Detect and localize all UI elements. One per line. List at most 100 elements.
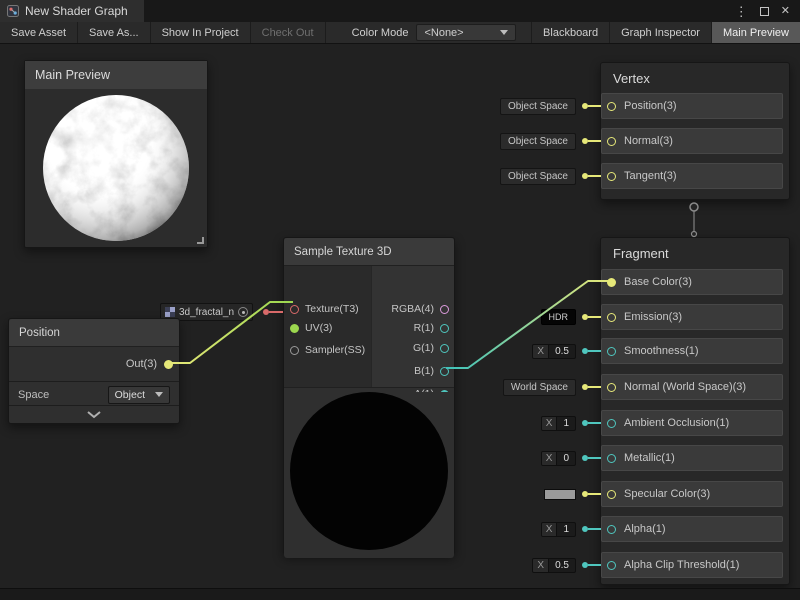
out-port[interactable] [164, 360, 173, 369]
block-smoothness[interactable]: Smoothness(1) [601, 338, 783, 364]
save-asset-button[interactable]: Save Asset [0, 22, 78, 43]
block-base-color[interactable]: Base Color(3) [601, 269, 783, 295]
shader-graph-icon [7, 5, 19, 17]
position-out-row: Out(3) [126, 349, 173, 379]
document-tab[interactable]: New Shader Graph [0, 0, 144, 22]
space-dropdown[interactable]: Object Space [500, 133, 576, 150]
port-label: G(1) [413, 342, 434, 354]
show-in-project-button[interactable]: Show In Project [151, 22, 251, 43]
position-node[interactable]: Position Out(3) Space Object [8, 318, 180, 424]
stub-wire [588, 457, 601, 459]
x-value[interactable]: 0.5 [549, 345, 575, 358]
main-preview-title[interactable]: Main Preview [25, 61, 207, 89]
block-label: Normal(3) [624, 135, 673, 147]
vertex-node[interactable]: Vertex Object Space Position(3) Object S… [600, 62, 790, 200]
window-controls: ⋮ ✕ [735, 5, 800, 18]
block-specular-color[interactable]: Specular Color(3) [601, 481, 783, 507]
b-output-port[interactable] [440, 367, 449, 376]
object-picker-icon[interactable] [238, 307, 248, 317]
space-dropdown[interactable]: Object Space [500, 168, 576, 185]
block-normal-ws[interactable]: Normal (World Space)(3) [601, 374, 783, 400]
block-label: Smoothness(1) [624, 345, 699, 357]
g-output-port[interactable] [440, 344, 449, 353]
shader-preview-sphere [41, 93, 191, 243]
block-label: Base Color(3) [624, 276, 692, 288]
x-value[interactable]: 0.5 [549, 559, 575, 572]
float-field[interactable]: X1 [541, 416, 576, 431]
stub-wire [588, 386, 601, 388]
base-color-port[interactable] [607, 278, 616, 287]
collapse-chevron-icon [86, 410, 102, 419]
ambient-occlusion-port[interactable] [607, 419, 616, 428]
space-dropdown[interactable]: World Space [503, 379, 576, 396]
sampler-input-port[interactable] [290, 346, 299, 355]
specular-color-port[interactable] [607, 490, 616, 499]
tangent-port[interactable] [607, 172, 616, 181]
main-preview-panel[interactable]: Main Preview [24, 60, 208, 248]
main-preview-toggle[interactable]: Main Preview [711, 22, 800, 43]
block-metallic[interactable]: Metallic(1) [601, 445, 783, 471]
chevron-down-icon [155, 392, 163, 397]
panel-resize-handle[interactable] [197, 237, 204, 244]
float-field[interactable]: X0.5 [532, 344, 576, 359]
x-label: X [533, 559, 549, 572]
kebab-menu-icon[interactable]: ⋮ [735, 5, 748, 18]
port-label: RGBA(4) [391, 303, 434, 315]
block-emission[interactable]: Emission(3) [601, 304, 783, 330]
color-swatch-field[interactable] [544, 489, 576, 500]
block-normal[interactable]: Normal(3) [601, 128, 783, 154]
port-label: R(1) [414, 322, 434, 334]
color-mode-value: <None> [424, 27, 463, 39]
space-label: Space [18, 389, 49, 401]
alpha-port[interactable] [607, 525, 616, 534]
block-position[interactable]: Position(3) [601, 93, 783, 119]
graph-inspector-toggle[interactable]: Graph Inspector [609, 22, 711, 43]
block-ambient-occlusion[interactable]: Ambient Occlusion(1) [601, 410, 783, 436]
hdr-color-field[interactable]: HDR [541, 309, 577, 325]
color-mode-dropdown[interactable]: <None> [416, 24, 516, 41]
emission-port[interactable] [607, 313, 616, 322]
space-dropdown[interactable]: Object [108, 386, 170, 404]
float-field[interactable]: X0.5 [532, 558, 576, 573]
fragment-row-alpha: X1 Alpha(1) [431, 516, 783, 542]
stub-wire [588, 140, 601, 142]
fragment-row-normal: World Space Normal (World Space)(3) [431, 374, 783, 400]
x-label: X [542, 452, 558, 465]
sample-texture-3d-node[interactable]: Sample Texture 3D Texture(T3) UV(3) Samp… [283, 237, 455, 555]
space-dropdown[interactable]: Object Space [500, 98, 576, 115]
float-field[interactable]: X0 [541, 451, 576, 466]
fragment-row-smoothness: X0.5 Smoothness(1) [431, 338, 783, 364]
vertex-row-normal: Object Space Normal(3) [431, 128, 783, 154]
rgba-output-port[interactable] [440, 305, 449, 314]
x-value[interactable]: 1 [557, 417, 575, 430]
close-icon[interactable]: ✕ [781, 6, 790, 17]
graph-canvas[interactable]: Main Preview [0, 44, 800, 588]
node-collapse-bar[interactable] [9, 405, 179, 423]
blackboard-toggle[interactable]: Blackboard [531, 22, 609, 43]
fragment-row-specular-color: Specular Color(3) [431, 481, 783, 507]
input-uv: UV(3) [290, 322, 332, 334]
block-label: Alpha(1) [624, 523, 666, 535]
sample-node-title[interactable]: Sample Texture 3D [284, 238, 454, 266]
texture-3d-preview [284, 392, 454, 558]
normal-port[interactable] [607, 137, 616, 146]
x-value[interactable]: 1 [557, 523, 575, 536]
position-node-title[interactable]: Position [9, 319, 179, 347]
block-alpha[interactable]: Alpha(1) [601, 516, 783, 542]
metallic-port[interactable] [607, 454, 616, 463]
fragment-node[interactable]: Fragment Base Color(3) HDR Emission(3) X… [600, 237, 790, 585]
x-value[interactable]: 0 [557, 452, 575, 465]
texture-input-port[interactable] [290, 305, 299, 314]
save-as-button[interactable]: Save As... [78, 22, 151, 43]
float-field[interactable]: X1 [541, 522, 576, 537]
maximize-icon[interactable] [760, 7, 769, 16]
position-port[interactable] [607, 102, 616, 111]
normal-ws-port[interactable] [607, 383, 616, 392]
r-output-port[interactable] [440, 324, 449, 333]
smoothness-port[interactable] [607, 347, 616, 356]
port-label: Texture(T3) [305, 303, 359, 315]
block-alpha-clip-threshold[interactable]: Alpha Clip Threshold(1) [601, 552, 783, 578]
alpha-clip-threshold-port[interactable] [607, 561, 616, 570]
block-tangent[interactable]: Tangent(3) [601, 163, 783, 189]
uv-input-port[interactable] [290, 324, 299, 333]
